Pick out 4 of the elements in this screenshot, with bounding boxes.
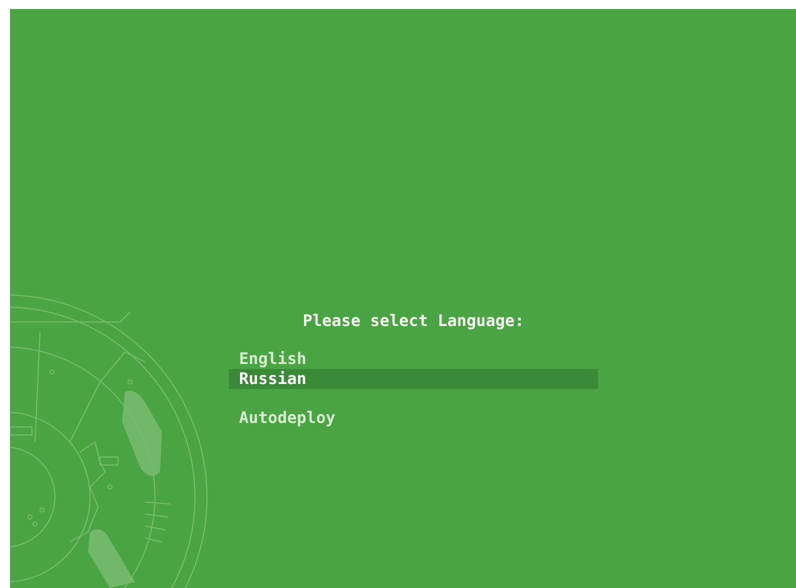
menu-item[interactable]: Russian — [229, 369, 598, 389]
menu-item[interactable]: Autodeploy — [229, 408, 598, 428]
menu-prompt: Please select Language: — [302, 311, 526, 331]
menu-item[interactable]: English — [229, 349, 598, 369]
